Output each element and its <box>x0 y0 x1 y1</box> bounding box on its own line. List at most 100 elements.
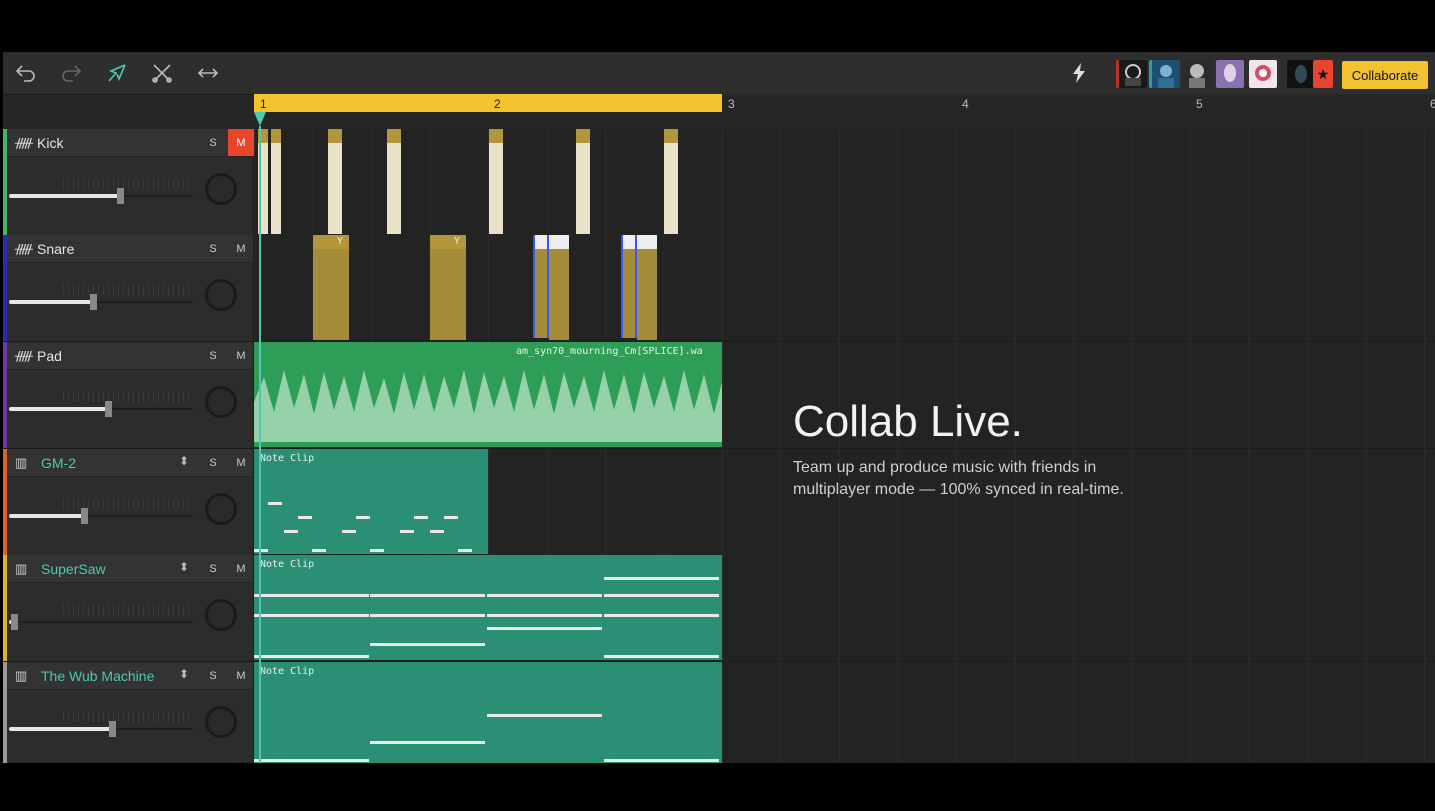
midi-note[interactable] <box>298 516 312 519</box>
select-arrow-icon[interactable]: ⬍ <box>179 560 189 574</box>
collaborator-avatar[interactable] <box>1116 60 1147 88</box>
audio-clip[interactable] <box>576 129 590 234</box>
midi-note[interactable] <box>400 530 414 533</box>
pan-knob[interactable] <box>205 173 237 205</box>
midi-note[interactable] <box>254 759 369 762</box>
midi-note[interactable] <box>254 655 369 658</box>
pan-knob[interactable] <box>205 493 237 525</box>
audio-clip[interactable]: Y <box>313 235 349 340</box>
volume-slider[interactable] <box>9 188 193 204</box>
mute-button[interactable]: M <box>228 129 254 156</box>
midi-note[interactable] <box>370 643 485 646</box>
midi-note[interactable] <box>254 594 369 597</box>
mute-button[interactable]: M <box>228 235 254 262</box>
volume-slider[interactable] <box>9 294 193 310</box>
stretch-tool-button[interactable] <box>191 58 225 88</box>
solo-button[interactable]: S <box>200 129 226 156</box>
audio-clip[interactable] <box>271 129 281 234</box>
pan-knob[interactable] <box>205 706 237 738</box>
volume-handle[interactable] <box>117 188 124 204</box>
midi-note[interactable] <box>604 759 719 762</box>
collaborator-avatar[interactable] <box>1183 60 1211 88</box>
midi-note[interactable] <box>604 577 719 580</box>
cut-tool-button[interactable] <box>145 58 179 88</box>
mute-button[interactable]: M <box>228 555 254 582</box>
select-arrow-icon[interactable]: ⬍ <box>179 454 189 468</box>
midi-note[interactable] <box>604 594 719 597</box>
solo-button[interactable]: S <box>200 342 226 369</box>
midi-note[interactable] <box>487 614 602 617</box>
midi-note[interactable] <box>356 516 370 519</box>
undo-button[interactable] <box>9 58 43 88</box>
midi-note[interactable] <box>487 594 602 597</box>
volume-slider[interactable] <box>9 401 193 417</box>
volume-slider[interactable] <box>9 721 193 737</box>
pan-knob[interactable] <box>205 386 237 418</box>
audio-clip[interactable] <box>489 129 503 234</box>
midi-note[interactable] <box>370 741 485 744</box>
midi-note[interactable] <box>487 714 602 717</box>
track-titlebar[interactable]: ▥ The Wub Machine ⬍ S M <box>7 662 253 690</box>
solo-button[interactable]: S <box>200 449 226 476</box>
volume-handle[interactable] <box>90 294 97 310</box>
select-arrow-icon[interactable]: ⬍ <box>179 667 189 681</box>
live-button[interactable] <box>1065 58 1093 88</box>
track-name[interactable]: Pad <box>37 348 62 364</box>
instrument-select[interactable]: SuperSaw <box>41 561 106 577</box>
audio-clip[interactable]: Y <box>430 235 466 340</box>
collaborator-avatar[interactable] <box>1149 60 1180 88</box>
collaborator-avatar[interactable] <box>1249 60 1277 88</box>
midi-note[interactable] <box>487 627 602 630</box>
track-titlebar[interactable]: ▥ SuperSaw ⬍ S M <box>7 555 253 583</box>
audio-clip[interactable] <box>387 129 401 234</box>
midi-note[interactable] <box>604 614 719 617</box>
midi-note[interactable] <box>370 594 485 597</box>
midi-note[interactable] <box>254 614 369 617</box>
track-lane[interactable]: Y Y <box>254 235 1435 341</box>
volume-handle[interactable] <box>11 614 18 630</box>
track-titlebar[interactable]: ᚏ Snare S M <box>7 235 253 263</box>
volume-slider[interactable] <box>9 614 193 630</box>
mute-button[interactable]: M <box>228 342 254 369</box>
volume-slider[interactable] <box>9 508 193 524</box>
midi-note[interactable] <box>370 614 485 617</box>
midi-note[interactable] <box>414 516 428 519</box>
track-lane[interactable]: Note Clip <box>254 555 1435 661</box>
midi-note[interactable] <box>342 530 356 533</box>
midi-note[interactable] <box>430 530 444 533</box>
audio-clip[interactable] <box>328 129 342 234</box>
track-lane[interactable]: Note Clip <box>254 662 1435 763</box>
collaborate-button[interactable]: Collaborate <box>1342 61 1428 89</box>
track-lane[interactable] <box>254 129 1435 235</box>
note-clip[interactable]: Note Clip <box>254 555 722 660</box>
redo-button[interactable] <box>54 58 88 88</box>
volume-handle[interactable] <box>109 721 116 737</box>
audio-clip[interactable] <box>549 235 569 340</box>
audio-clip-selected[interactable] <box>533 235 549 338</box>
midi-note[interactable] <box>604 655 719 658</box>
midi-note[interactable] <box>268 502 282 505</box>
midi-note[interactable] <box>458 549 472 552</box>
solo-button[interactable]: S <box>200 555 226 582</box>
volume-handle[interactable] <box>81 508 88 524</box>
loop-region[interactable] <box>254 94 722 112</box>
audio-clip[interactable]: am_syn70_mourning_Cm[SPLICE].wa <box>254 342 722 447</box>
track-titlebar[interactable]: ▥ GM-2 ⬍ S M <box>7 449 253 477</box>
midi-note[interactable] <box>312 549 326 552</box>
pointer-tool-button[interactable] <box>100 58 134 88</box>
collaborator-avatar[interactable] <box>1287 60 1315 88</box>
mute-button[interactable]: M <box>228 449 254 476</box>
timeline-ruler[interactable]: 1 2 3 4 5 6 <box>254 94 1435 114</box>
solo-button[interactable]: S <box>200 235 226 262</box>
midi-note[interactable] <box>370 549 384 552</box>
solo-button[interactable]: S <box>200 662 226 689</box>
track-name[interactable]: Kick <box>37 135 63 151</box>
playhead-marker[interactable] <box>254 112 266 126</box>
instrument-select[interactable]: GM-2 <box>41 455 76 471</box>
audio-clip[interactable] <box>664 129 678 234</box>
note-clip[interactable]: Note Clip <box>254 449 488 554</box>
track-titlebar[interactable]: ᚏ Kick S M <box>7 129 254 157</box>
midi-note[interactable] <box>254 549 268 552</box>
pan-knob[interactable] <box>205 279 237 311</box>
mute-button[interactable]: M <box>228 662 254 689</box>
